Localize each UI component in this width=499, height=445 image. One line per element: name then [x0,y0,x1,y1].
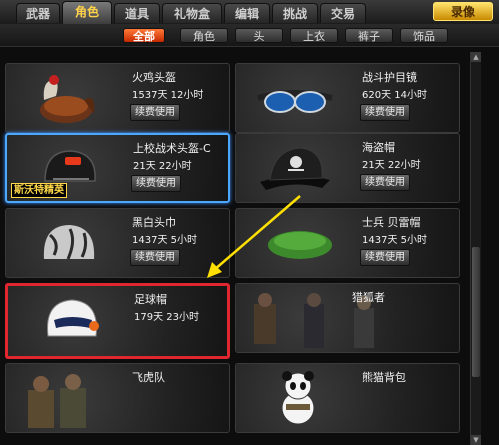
character-group-icon [254,293,374,348]
scroll-up-icon[interactable]: ▲ [471,52,481,62]
category-tab-bar: 武器 角色 道具 礼物盒 编辑 挑战 交易 录像 [0,0,499,25]
pirate-hat-icon [260,147,330,190]
item-name: 飞虎队 [132,371,165,384]
item-duration: 1437天 5小时 [362,235,427,246]
item-card[interactable]: 火鸡头盔 1537天 12小时 续费使用 [5,63,230,133]
renew-button[interactable]: 续费使用 [130,104,180,121]
item-duration: 179天 23小时 [134,312,199,323]
tab-gift-box[interactable]: 礼物盒 [162,3,222,23]
item-name: 战斗护目镜 [362,71,417,84]
item-name: 黑白头巾 [132,216,176,229]
item-name: 火鸡头盔 [132,71,176,84]
turkey-hat-icon [40,75,95,123]
renew-button[interactable]: 续费使用 [130,249,180,266]
elite-badge: 斯沃特精英 [11,183,67,198]
filter-top[interactable]: 上衣 [290,28,338,43]
item-duration: 1437天 5小时 [132,235,197,246]
item-duration: 21天 22小时 [362,160,421,171]
item-card[interactable]: 足球帽 179天 23小时 [5,283,230,359]
item-card[interactable]: 猎狐者 [235,283,460,353]
item-name: 士兵 贝雷帽 [362,216,421,229]
item-card[interactable]: 士兵 贝雷帽 1437天 5小时 续费使用 [235,208,460,278]
filter-head[interactable]: 头 [235,28,283,43]
football-helmet-icon [47,299,99,337]
renew-button[interactable]: 续费使用 [360,249,410,266]
tab-trade[interactable]: 交易 [320,3,366,23]
item-duration: 620天 14小时 [362,90,427,101]
scrollbar-thumb[interactable] [472,247,480,377]
item-grid: 火鸡头盔 1537天 12小时 续费使用 战斗护目镜 620天 14小时 续费使… [5,55,465,445]
beret-icon [268,231,332,259]
item-card[interactable]: 熊猫背包 [235,363,460,433]
item-name: 足球帽 [134,293,167,306]
item-name: 海盗帽 [362,141,395,154]
item-name: 熊猫背包 [362,371,406,384]
filter-character[interactable]: 角色 [180,28,228,43]
item-duration: 1537天 12小时 [132,90,204,101]
filter-accessory[interactable]: 饰品 [400,28,448,43]
scrollbar[interactable]: ▲ ▼ [470,52,481,445]
panda-backpack-icon [281,371,315,425]
item-card[interactable]: 海盗帽 21天 22小时 续费使用 [235,133,460,203]
item-duration: 21天 22小时 [133,161,192,172]
record-button[interactable]: 录像 [433,2,493,21]
item-card[interactable]: 战斗护目镜 620天 14小时 续费使用 [235,63,460,133]
tab-edit[interactable]: 编辑 [224,3,270,23]
tab-props[interactable]: 道具 [114,3,160,23]
renew-button[interactable]: 续费使用 [131,175,181,192]
tab-character[interactable]: 角色 [62,1,112,24]
filter-bar: 全部 角色 头 上衣 裤子 饰品 [0,24,499,47]
renew-button[interactable]: 续费使用 [360,174,410,191]
renew-button[interactable]: 续费使用 [360,104,410,121]
filter-pants[interactable]: 裤子 [345,28,393,43]
scroll-down-icon[interactable]: ▼ [471,435,481,445]
soldiers-icon [28,374,86,428]
item-card[interactable]: 飞虎队 [5,363,230,433]
item-card[interactable]: 斯沃特精英 上校战术头盔-C 21天 22小时 续费使用 [5,133,230,203]
item-name: 猎狐者 [351,291,385,304]
item-name: 上校战术头盔-C [133,142,211,155]
item-card[interactable]: 黑白头巾 1437天 5小时 续费使用 [5,208,230,278]
goggles-icon [257,90,333,113]
tab-challenge[interactable]: 挑战 [272,3,318,23]
tab-weapons[interactable]: 武器 [16,3,60,23]
filter-all[interactable]: 全部 [123,28,165,43]
bandana-icon [43,225,95,260]
